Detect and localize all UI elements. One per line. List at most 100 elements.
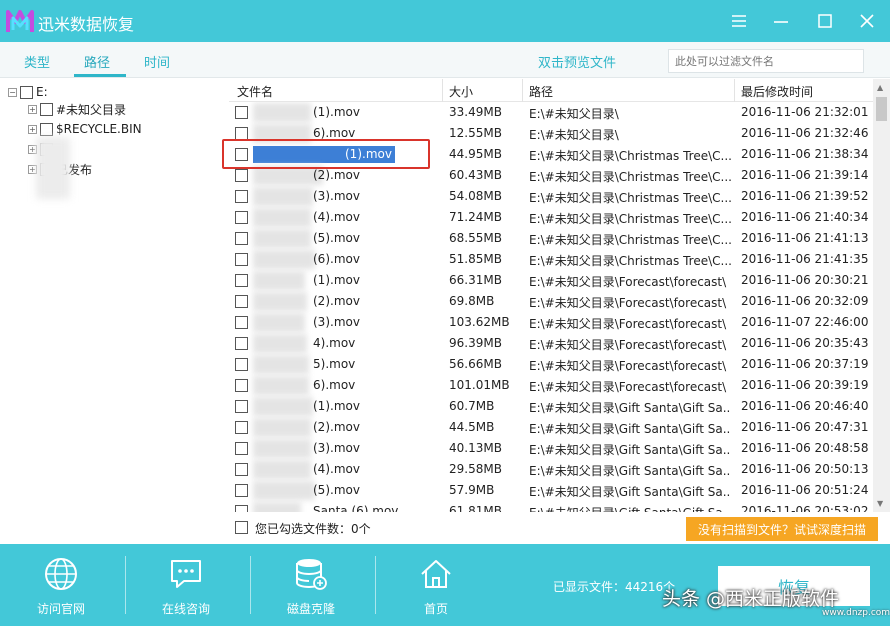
- redaction-blur: [253, 397, 313, 416]
- home-button[interactable]: 首页: [391, 544, 481, 626]
- menu-icon[interactable]: [728, 10, 750, 32]
- tab-type[interactable]: 类型: [24, 52, 50, 71]
- tree-item-checkbox[interactable]: [40, 122, 53, 136]
- tab-path[interactable]: 路径: [84, 52, 110, 71]
- redaction-blur: [253, 313, 305, 332]
- column-header-path[interactable]: 路径: [529, 83, 553, 100]
- tab-time[interactable]: 时间: [144, 52, 170, 71]
- expand-icon[interactable]: +: [28, 104, 37, 114]
- row-checkbox[interactable]: [235, 337, 248, 350]
- online-consult-label: 在线咨询: [161, 602, 210, 616]
- table-row[interactable]: (3).mov 40.13MB E:\#未知父目录\Gift Santa\Gift …: [229, 438, 873, 459]
- table-row[interactable]: (3).mov 103.62MB E:\#未知父目录\Forecast\foreca…: [229, 312, 873, 333]
- file-size: 60.7MB: [449, 399, 495, 413]
- row-checkbox[interactable]: [235, 421, 248, 434]
- file-path: E:\#未知父目录\: [529, 128, 619, 142]
- redaction-blur: [253, 481, 315, 500]
- shown-file-count: 已显示文件：44216个: [553, 580, 676, 594]
- row-checkbox[interactable]: [235, 316, 248, 329]
- file-size: 66.31MB: [449, 273, 502, 287]
- table-row[interactable]: (3).mov 54.08MB E:\#未知父目录\Christmas Tree\C…: [229, 186, 873, 207]
- visit-website-button[interactable]: 访问官网: [16, 544, 106, 626]
- file-modified: 2016-11-06 21:41:35: [741, 252, 869, 266]
- active-tab-indicator: [74, 74, 126, 77]
- scroll-up-icon[interactable]: ▲: [877, 83, 883, 92]
- table-row[interactable]: 6).mov 101.01MB E:\#未知父目录\Forecast\forecas…: [229, 375, 873, 396]
- tree-root[interactable]: − E:: [8, 83, 48, 101]
- column-header-modified[interactable]: 最后修改时间: [741, 83, 813, 100]
- file-size: 51.85MB: [449, 252, 502, 266]
- filter-input[interactable]: [668, 49, 864, 73]
- table-row[interactable]: (1).mov 60.7MB E:\#未知父目录\Gift Santa\Gift S…: [229, 396, 873, 417]
- tree-root-label: E:: [36, 85, 48, 99]
- file-size: 54.08MB: [449, 189, 502, 203]
- watermark-site: www.dnzp.com: [822, 608, 890, 618]
- row-checkbox[interactable]: [235, 442, 248, 455]
- redaction-blur: [253, 229, 311, 248]
- deep-scan-button[interactable]: 没有扫描到文件？试试深度扫描: [686, 517, 878, 541]
- table-row[interactable]: (1).mov 66.31MB E:\#未知父目录\Forecast\forecas…: [229, 270, 873, 291]
- redaction-blur: [36, 137, 70, 199]
- select-all-checkbox[interactable]: [235, 521, 248, 534]
- table-row[interactable]: Santa (6).mov 61.81MB E:\#未知父目录\Gift Santa…: [229, 501, 873, 512]
- row-checkbox[interactable]: [235, 463, 248, 476]
- tree-item-checkbox[interactable]: [40, 102, 53, 116]
- row-checkbox[interactable]: [235, 400, 248, 413]
- table-row[interactable]: (1).mov 33.49MB E:\#未知父目录\ 2016-11-06 21:32…: [229, 102, 873, 123]
- chat-icon: [171, 560, 201, 588]
- row-checkbox[interactable]: [235, 505, 248, 512]
- maximize-icon[interactable]: [814, 10, 836, 32]
- file-path: E:\#未知父目录\Christmas Tree\C...: [529, 170, 731, 184]
- file-modified: 2016-11-06 20:30:21: [741, 273, 869, 287]
- table-row[interactable]: 5).mov 56.66MB E:\#未知父目录\Forecast\forecast…: [229, 354, 873, 375]
- table-row[interactable]: 4).mov 96.39MB E:\#未知父目录\Forecast\forecast…: [229, 333, 873, 354]
- online-consult-button[interactable]: 在线咨询: [141, 544, 231, 626]
- file-size: 60.43MB: [449, 168, 502, 182]
- table-row[interactable]: (4).mov 29.58MB E:\#未知父目录\Gift Santa\Gift …: [229, 459, 873, 480]
- tree-root-checkbox[interactable]: [20, 85, 33, 99]
- footer-divider: [125, 556, 126, 614]
- tree-item-recycle-bin[interactable]: + $RECYCLE.BIN: [28, 120, 142, 138]
- close-icon[interactable]: [856, 10, 878, 32]
- column-divider[interactable]: [522, 79, 523, 102]
- row-checkbox[interactable]: [235, 106, 248, 119]
- redaction-blur: [253, 439, 311, 458]
- scroll-thumb[interactable]: [876, 97, 887, 121]
- expand-icon[interactable]: +: [28, 124, 37, 134]
- row-checkbox[interactable]: [235, 484, 248, 497]
- row-checkbox[interactable]: [235, 274, 248, 287]
- file-name: (4).mov: [313, 210, 360, 224]
- column-divider[interactable]: [442, 79, 443, 102]
- file-modified: 2016-11-06 21:39:14: [741, 168, 869, 182]
- file-modified: 2016-11-06 21:41:13: [741, 231, 869, 245]
- tree-item-unknown-parent[interactable]: + #未知父目录: [28, 100, 126, 118]
- table-row[interactable]: (6).mov 51.85MB E:\#未知父目录\Christmas Tree\C…: [229, 249, 873, 270]
- row-checkbox[interactable]: [235, 232, 248, 245]
- file-modified: 2016-11-07 22:46:00: [741, 315, 869, 329]
- row-checkbox[interactable]: [235, 169, 248, 182]
- scroll-down-icon[interactable]: ▼: [877, 499, 883, 508]
- folder-tree: − E: + #未知父目录 + $RECYCLE.BIN + + 已发布: [0, 79, 229, 519]
- row-checkbox[interactable]: [235, 253, 248, 266]
- table-row[interactable]: (2).mov 69.8MB E:\#未知父目录\Forecast\forecast…: [229, 291, 873, 312]
- row-checkbox[interactable]: [235, 358, 248, 371]
- table-row[interactable]: (4).mov 71.24MB E:\#未知父目录\Christmas Tree\C…: [229, 207, 873, 228]
- column-header-size[interactable]: 大小: [449, 83, 473, 100]
- row-checkbox[interactable]: [235, 379, 248, 392]
- column-divider[interactable]: [734, 79, 735, 102]
- row-checkbox[interactable]: [235, 295, 248, 308]
- table-row[interactable]: (5).mov 57.9MB E:\#未知父目录\Gift Santa\Gift S…: [229, 480, 873, 501]
- minimize-icon[interactable]: [770, 10, 792, 32]
- footer-divider: [250, 556, 251, 614]
- column-header-name[interactable]: 文件名: [237, 83, 273, 100]
- table-row[interactable]: (5).mov 68.55MB E:\#未知父目录\Christmas Tree\C…: [229, 228, 873, 249]
- vertical-scrollbar[interactable]: ▲ ▼: [873, 79, 890, 512]
- file-path: E:\#未知父目录\Christmas Tree\C...: [529, 149, 731, 163]
- table-row[interactable]: (2).mov 44.5MB E:\#未知父目录\Gift Santa\Gift S…: [229, 417, 873, 438]
- file-path: E:\#未知父目录\Gift Santa\Gift Sa...: [529, 443, 731, 457]
- row-checkbox[interactable]: [235, 211, 248, 224]
- collapse-icon[interactable]: −: [8, 87, 17, 97]
- file-path: E:\#未知父目录\Gift Santa\Gift Sa...: [529, 422, 731, 436]
- disk-clone-button[interactable]: 磁盘克隆: [266, 544, 356, 626]
- row-checkbox[interactable]: [235, 190, 248, 203]
